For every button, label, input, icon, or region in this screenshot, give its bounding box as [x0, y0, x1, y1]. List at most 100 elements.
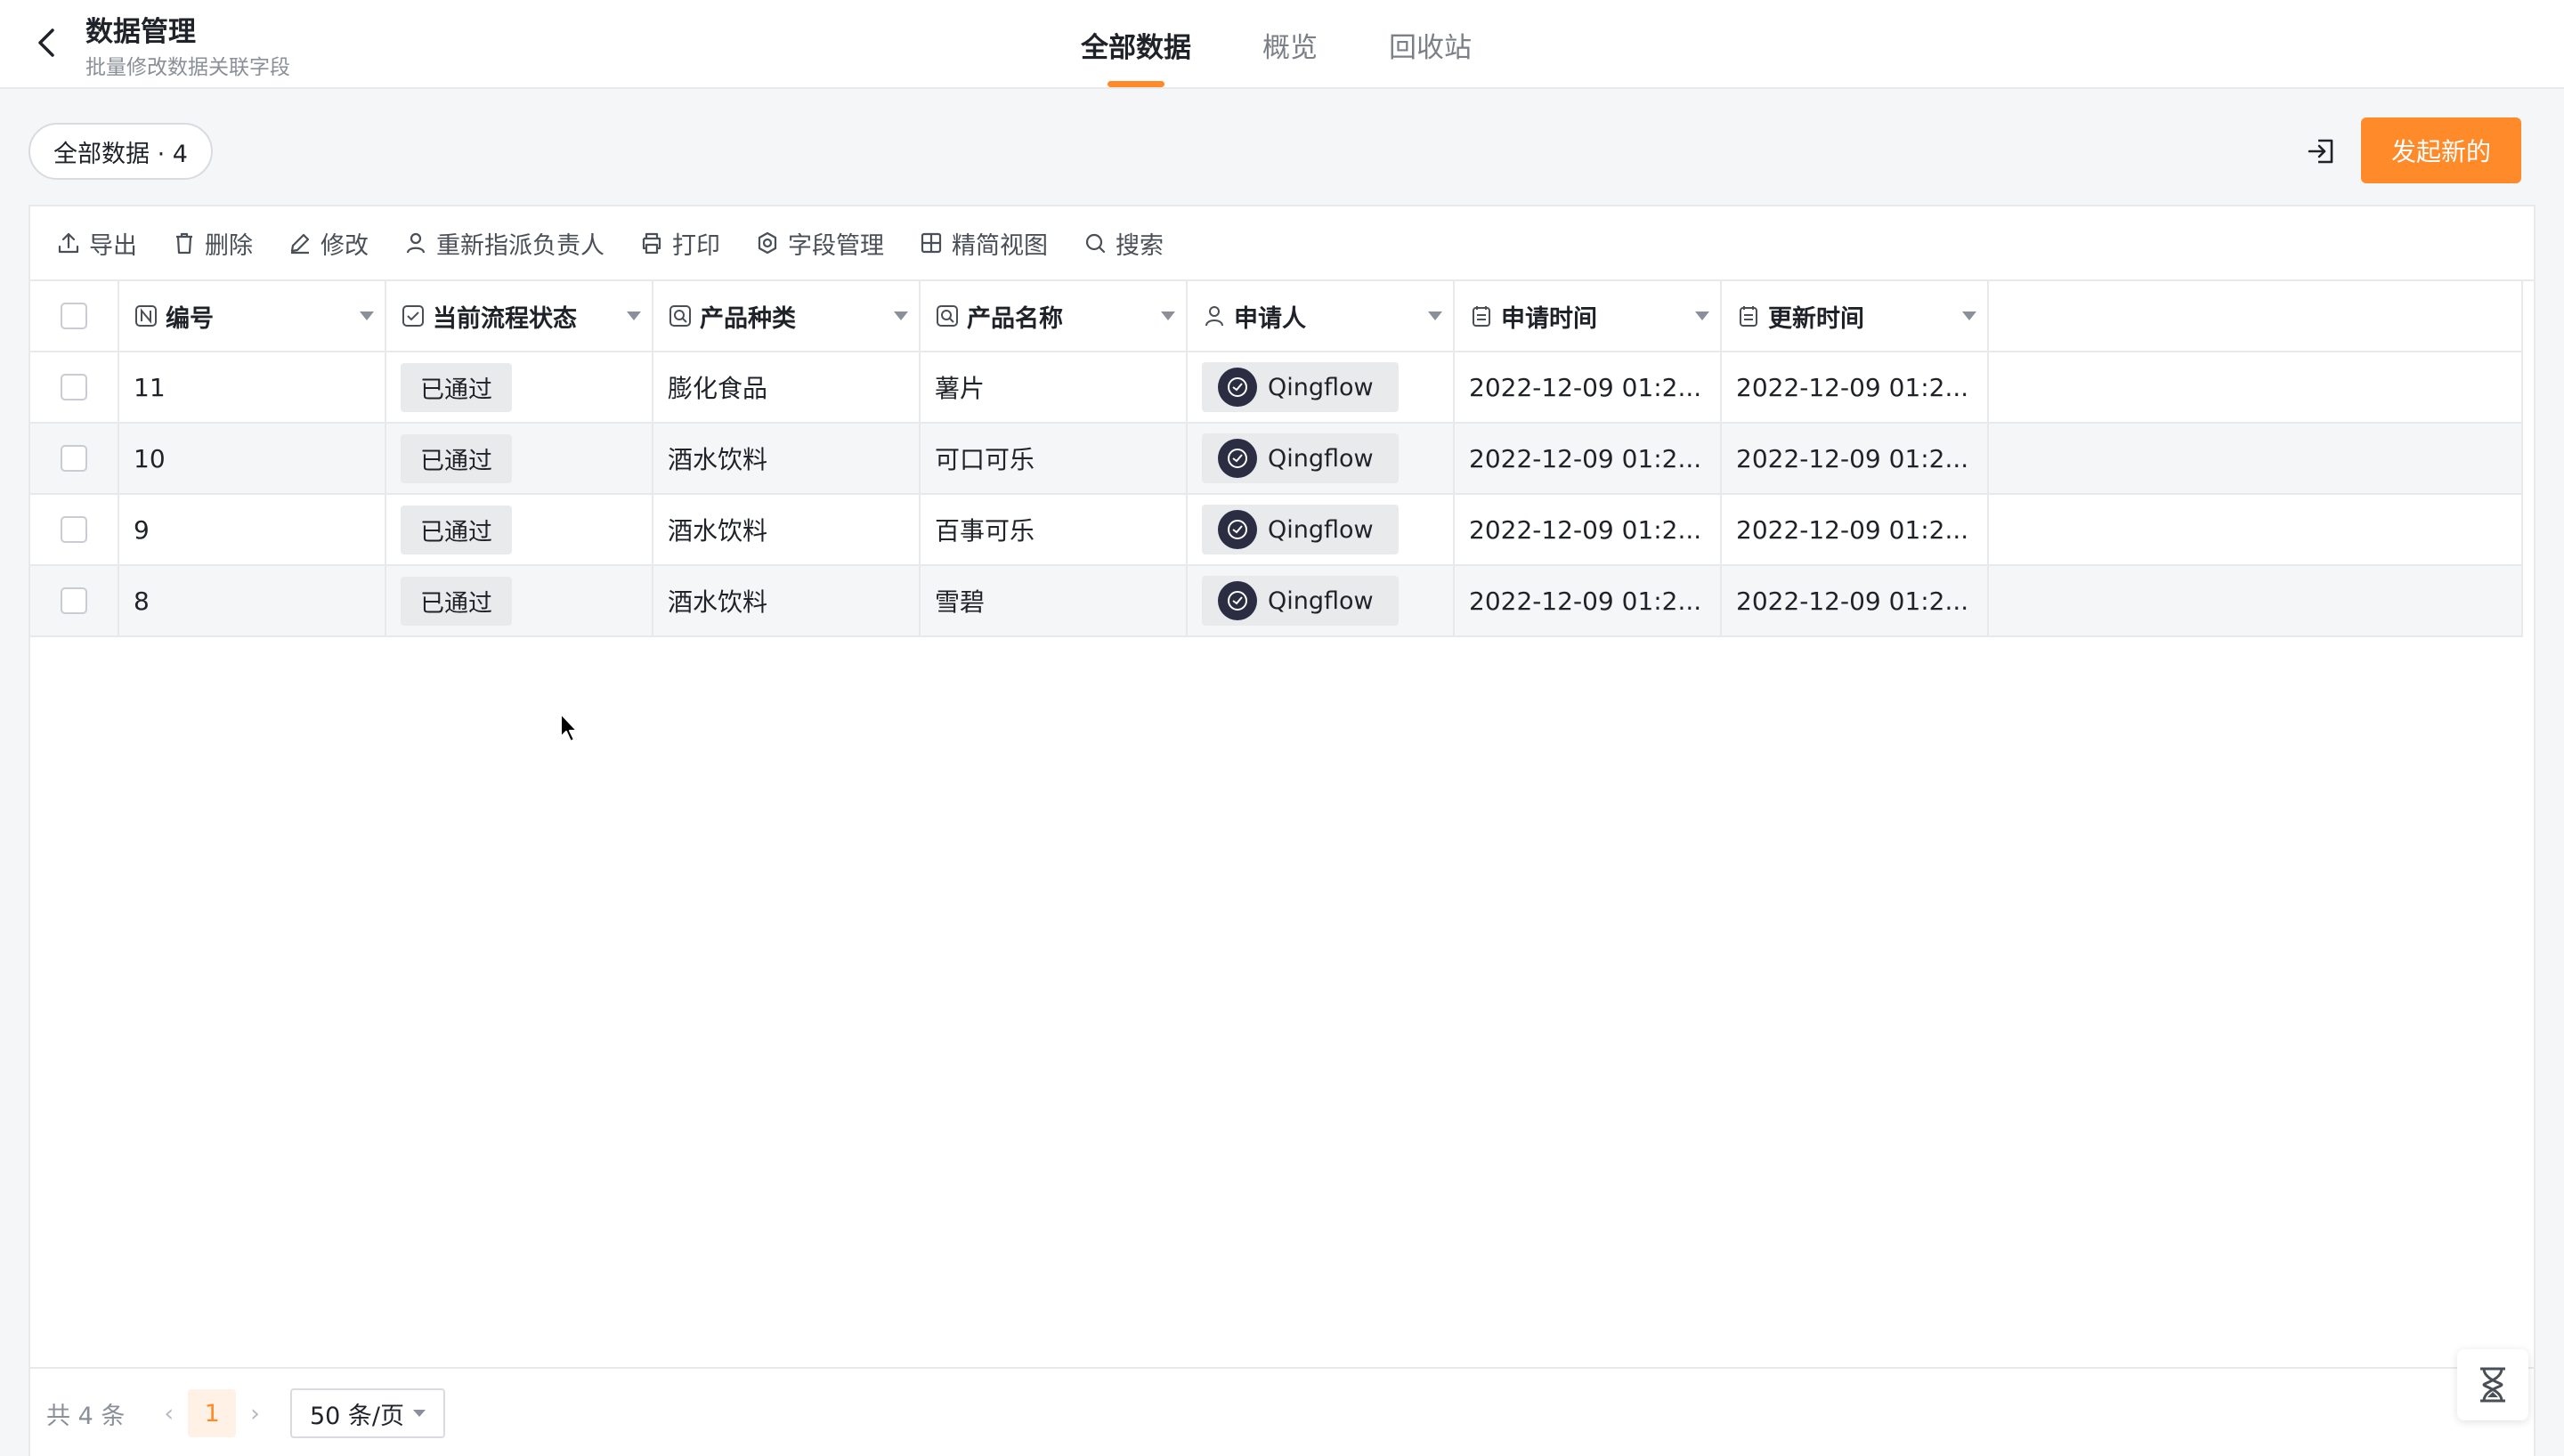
cell-status: 已通过 [386, 352, 653, 422]
cell-type: 酒水饮料 [653, 424, 921, 493]
row-checkbox[interactable] [61, 587, 87, 614]
row-checkbox[interactable] [61, 445, 87, 472]
column-label: 产品名称 [967, 304, 1063, 333]
sort-caret-icon[interactable] [627, 311, 641, 320]
cell-name: 可口可乐 [921, 424, 1188, 493]
sign-in-icon[interactable] [2300, 130, 2343, 173]
prev-page-icon[interactable]: ‹ [164, 1400, 174, 1428]
current-page[interactable]: 1 [188, 1389, 237, 1437]
printer-icon [642, 232, 661, 255]
row-checkbox[interactable] [61, 374, 87, 400]
table-row[interactable]: 8 已通过 酒水饮料 雪碧 Qingflow 2022-12-09 01:2..… [30, 566, 2523, 637]
cell-status: 已通过 [386, 566, 653, 635]
data-card: 导出 删除 修改 重新指派负责人 打印 字段管理 精简视图 搜索 编号 当前流程… [28, 205, 2536, 1456]
cell-empty [1989, 566, 2523, 635]
sort-caret-icon[interactable] [360, 311, 374, 320]
row-select-cell [30, 352, 119, 422]
cell-empty [1989, 424, 2523, 493]
cell-status: 已通过 [386, 424, 653, 493]
reassign-label: 重新指派负责人 [436, 231, 604, 260]
tab-all-data[interactable]: 全部数据 [1081, 0, 1191, 89]
row-select-cell [30, 495, 119, 564]
cell-applicant: Qingflow [1188, 424, 1455, 493]
user-name: Qingflow [1268, 515, 1374, 544]
hourglass-icon[interactable] [2457, 1349, 2528, 1420]
edit-label: 修改 [320, 231, 369, 260]
sort-caret-icon[interactable] [1161, 311, 1175, 320]
delete-label: 删除 [205, 231, 253, 260]
page-size-select[interactable]: 50 条/页 [289, 1388, 446, 1438]
print-label: 打印 [672, 231, 720, 260]
user-tag[interactable]: Qingflow [1202, 505, 1399, 554]
page-title: 数据管理 [85, 16, 196, 48]
back-arrow-icon[interactable] [27, 23, 66, 62]
row-select-cell [30, 424, 119, 493]
cell-applicant: Qingflow [1188, 352, 1455, 422]
column-header-type[interactable]: 产品种类 [653, 281, 921, 351]
select-all-checkbox[interactable] [61, 303, 87, 329]
status-badge: 已通过 [401, 433, 512, 483]
cell-name: 雪碧 [921, 566, 1188, 635]
cell-type: 酒水饮料 [653, 566, 921, 635]
user-tag[interactable]: Qingflow [1202, 362, 1399, 412]
total-count: 共 4 条 [46, 1402, 126, 1430]
cell-apply-time: 2022-12-09 01:2... [1455, 495, 1722, 564]
field-manage-label: 字段管理 [788, 231, 884, 260]
column-header-empty [1989, 281, 2523, 351]
tab-recycle-bin[interactable]: 回收站 [1389, 0, 1472, 89]
user-name: Qingflow [1268, 444, 1374, 473]
new-record-button[interactable]: 发起新的 [2361, 117, 2521, 183]
column-label: 申请时间 [1501, 304, 1597, 333]
reassign-button[interactable]: 重新指派负责人 [402, 226, 604, 261]
export-button[interactable]: 导出 [55, 226, 137, 261]
table-row[interactable]: 11 已通过 膨化食品 薯片 Qingflow 2022-12-09 01:2.… [30, 352, 2523, 424]
cell-applicant: Qingflow [1188, 495, 1455, 564]
column-header-status[interactable]: 当前流程状态 [386, 281, 653, 351]
cell-number: 10 [119, 424, 386, 493]
column-header-update-time[interactable]: 更新时间 [1722, 281, 1989, 351]
sort-caret-icon[interactable] [894, 311, 908, 320]
pencil-icon [290, 233, 310, 255]
sort-caret-icon[interactable] [1428, 311, 1442, 320]
cell-update-time: 2022-12-09 01:2... [1722, 352, 1989, 422]
cell-update-time: 2022-12-09 01:2... [1722, 566, 1989, 635]
column-label: 产品种类 [700, 304, 796, 333]
column-header-name[interactable]: 产品名称 [921, 281, 1188, 351]
column-header-apply-time[interactable]: 申请时间 [1455, 281, 1722, 351]
table-row[interactable]: 10 已通过 酒水饮料 可口可乐 Qingflow 2022-12-09 01:… [30, 424, 2523, 495]
cell-number: 8 [119, 566, 386, 635]
view-tabs: 全部数据 概览 回收站 [1081, 0, 1543, 89]
column-header-number[interactable]: 编号 [119, 281, 386, 351]
search-icon [1085, 233, 1106, 254]
row-checkbox[interactable] [61, 516, 87, 543]
top-header: 数据管理 批量修改数据关联字段 全部数据 概览 回收站 [0, 0, 2564, 89]
column-header-applicant[interactable]: 申请人 [1188, 281, 1455, 351]
compact-view-button[interactable]: 精简视图 [918, 226, 1048, 261]
next-page-icon[interactable]: › [250, 1400, 260, 1428]
user-tag[interactable]: Qingflow [1202, 576, 1399, 626]
status-badge: 已通过 [401, 576, 512, 626]
search-button[interactable]: 搜索 [1082, 226, 1164, 261]
delete-button[interactable]: 删除 [171, 226, 253, 261]
user-icon [406, 232, 426, 254]
relation-icon [669, 305, 691, 327]
cell-apply-time: 2022-12-09 01:2... [1455, 566, 1722, 635]
mouse-cursor-icon [560, 713, 578, 742]
grid-icon [921, 232, 942, 254]
view-selector[interactable]: 全部数据 · 4 [28, 123, 213, 180]
edit-button[interactable]: 修改 [287, 226, 369, 261]
column-label: 当前流程状态 [433, 304, 577, 333]
cell-empty [1989, 495, 2523, 564]
cell-number: 9 [119, 495, 386, 564]
user-tag[interactable]: Qingflow [1202, 433, 1399, 483]
number-icon [135, 305, 157, 327]
sort-caret-icon[interactable] [1962, 311, 1976, 320]
tab-overview[interactable]: 概览 [1262, 0, 1318, 89]
table-row[interactable]: 9 已通过 酒水饮料 百事可乐 Qingflow 2022-12-09 01:2… [30, 495, 2523, 566]
print-button[interactable]: 打印 [638, 226, 720, 261]
field-manage-button[interactable]: 字段管理 [754, 226, 884, 261]
sort-caret-icon[interactable] [1695, 311, 1709, 320]
avatar [1218, 439, 1257, 478]
select-all-cell [30, 281, 119, 351]
data-table: 编号 当前流程状态 产品种类 产品名称 申请人 申请时间 更新时间 11 已通过… [30, 281, 2523, 637]
